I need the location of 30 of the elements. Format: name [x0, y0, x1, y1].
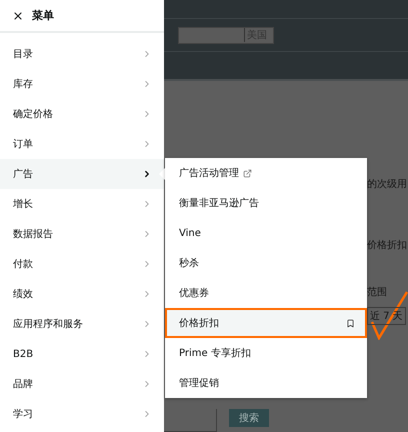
menu-item[interactable]: 目录 — [0, 39, 164, 69]
menu-item[interactable]: 增长 — [0, 189, 164, 219]
bookmark-icon[interactable] — [346, 318, 355, 328]
description-text: 价格折扣 — [367, 238, 407, 252]
submenu-item[interactable]: 优惠券 — [165, 278, 367, 308]
description-text: 的次级用 — [367, 178, 407, 191]
submenu-item[interactable]: 价格折扣 — [165, 308, 367, 338]
submenu-item[interactable]: 衡量非亚马逊广告 — [165, 188, 367, 218]
menu-item[interactable]: 学习 — [0, 399, 164, 429]
menu-item[interactable]: 数据报告 — [0, 219, 164, 249]
menu-item[interactable]: 应用程序和服务 — [0, 309, 164, 339]
menu-item[interactable]: 品牌 — [0, 369, 164, 399]
submenu-item[interactable]: Vine — [165, 218, 367, 248]
submenu-item[interactable]: 秒杀 — [165, 248, 367, 278]
submenu-item[interactable]: Prime 专享折扣 — [165, 338, 367, 368]
input-field[interactable] — [164, 409, 217, 432]
menu-item[interactable]: 广告 — [0, 159, 164, 189]
submenu-item[interactable]: 管理促销 — [165, 368, 367, 398]
field-label: 范围 — [367, 286, 387, 299]
menu-title: 菜单 — [32, 8, 54, 23]
menu-item[interactable]: 确定价格 — [0, 99, 164, 129]
search-button[interactable]: 搜索 — [229, 409, 269, 427]
menu-item[interactable]: 绩效 — [0, 279, 164, 309]
submenu-item[interactable]: 广告活动管理 — [165, 158, 367, 188]
menu-item[interactable]: 订单 — [0, 129, 164, 159]
menu-item[interactable]: 付款 — [0, 249, 164, 279]
close-icon[interactable] — [12, 10, 24, 22]
chevron-icon — [142, 169, 152, 179]
menu-item[interactable]: 库存 — [0, 69, 164, 99]
menu-item[interactable]: B2B — [0, 339, 164, 369]
